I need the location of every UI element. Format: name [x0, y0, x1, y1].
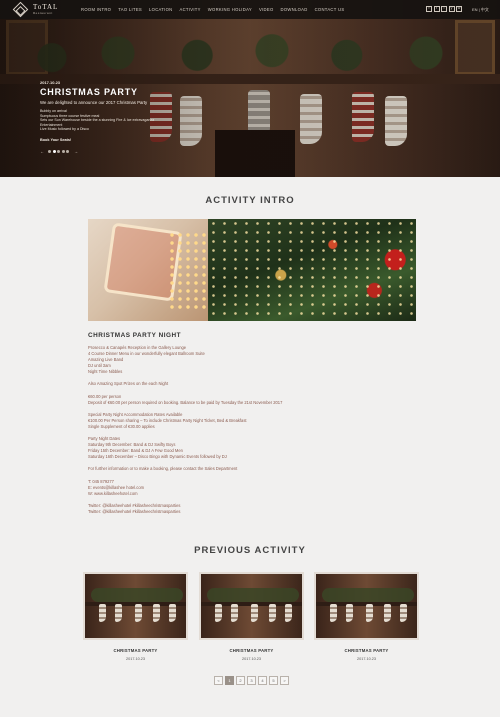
slide-dot[interactable]: [61, 150, 65, 153]
youtube-icon[interactable]: y: [448, 6, 455, 12]
text-line: Single Supplement of €30.00 applies: [88, 423, 155, 429]
website-link[interactable]: W: www.killasheehotel.com: [88, 491, 418, 497]
pager-prev-button[interactable]: <: [214, 676, 223, 685]
nav-video[interactable]: VIDEO: [259, 7, 274, 12]
pager-page-4[interactable]: 4: [258, 676, 267, 685]
facebook-icon[interactable]: f: [426, 6, 432, 12]
slide-dot-active[interactable]: [52, 150, 56, 153]
pager-next-button[interactable]: >: [280, 676, 289, 685]
wechat-icon[interactable]: w: [456, 6, 462, 12]
slide-dot[interactable]: [66, 150, 70, 153]
nav-activity[interactable]: ACTIVITY: [180, 7, 201, 12]
activity-card-date: 2017.10.23: [356, 657, 376, 661]
pager-page-2[interactable]: 2: [236, 676, 245, 685]
logo-text: ToTAL: [33, 3, 59, 11]
activity-intro-heading: ACTIVITY INTRO: [205, 195, 295, 206]
text-line: Saturday 16th December – Disco Bingo wit…: [88, 454, 227, 460]
paragraph-contact: T: 045 879277 E: events@killashee hotel.…: [88, 479, 418, 497]
text-line: Also Amazing Spot Prizes on the each Nig…: [88, 381, 169, 387]
text-line: For further information or to make a boo…: [88, 466, 238, 472]
activity-card[interactable]: CHRISTMAS PARTY 2017.10.23: [83, 572, 188, 661]
hero-banner: 2017.10.23 CHRISTMAS PARTY We are deligh…: [0, 0, 500, 177]
paragraph-menu: Prosecco & Canapés Reception in the Gall…: [88, 345, 418, 375]
paragraph-prizes: Also Amazing Spot Prizes on the each Nig…: [88, 381, 418, 387]
nav-download[interactable]: DOWNLOAD: [281, 7, 308, 12]
pager-page-3[interactable]: 3: [247, 676, 256, 685]
activity-title: CHRISTMAS PARTY NIGHT: [88, 332, 181, 339]
slide-lines: Bubbly on arrival Sumptuous three course…: [40, 109, 154, 132]
twitter-icon[interactable]: t: [433, 6, 440, 12]
paragraph-price: €60.00 per person Deposit of €60.00 per …: [88, 394, 418, 406]
paragraph-twitter: Twitter: @killasheehotel #killasheechris…: [88, 503, 418, 515]
slide-dot[interactable]: [57, 150, 61, 153]
activity-thumbnail[interactable]: [314, 572, 419, 640]
pagination: < 1 2 3 4 5 >: [214, 676, 291, 685]
twitter-link[interactable]: Twitter: @killasheehotel #killasheechris…: [88, 509, 418, 515]
activity-card-date: 2017.10.23: [241, 657, 261, 661]
activity-feature-image: [88, 219, 416, 321]
slide-text: 2017.10.23 CHRISTMAS PARTY We are deligh…: [40, 80, 154, 142]
activity-thumbnail[interactable]: [199, 572, 304, 640]
main-nav: ROOM INTRO TAO LITES LOCATION ACTIVITY W…: [81, 0, 351, 19]
slide-date: 2017.10.23: [40, 80, 61, 85]
book-seats-link[interactable]: Book Your Seats!: [40, 138, 154, 142]
paragraph-info: For further information or to make a boo…: [88, 466, 418, 472]
activity-card-date: 2017.10.23: [125, 657, 145, 661]
slide-controls: ← →: [40, 149, 82, 154]
pager-page-1[interactable]: 1: [225, 676, 234, 685]
logo-diamond-icon: [12, 1, 29, 18]
pager-page-5[interactable]: 5: [269, 676, 278, 685]
activity-card[interactable]: CHRISTMAS PARTY 2017.10.23: [199, 572, 304, 661]
tree-lights: [208, 219, 416, 321]
social-icons: f t i y w: [426, 6, 464, 12]
activity-card-title[interactable]: CHRISTMAS PARTY: [199, 648, 304, 653]
nav-working-holiday[interactable]: WORKING HOLIDAY: [208, 7, 252, 12]
slide-dot[interactable]: [48, 150, 51, 153]
activity-card[interactable]: CHRISTMAS PARTY 2017.10.23: [314, 572, 419, 661]
logo[interactable]: ToTAL Restaurant: [11, 1, 73, 18]
next-slide-arrow-icon[interactable]: →: [74, 149, 78, 154]
activity-thumbnail[interactable]: [83, 572, 188, 640]
previous-activity-list: CHRISTMAS PARTY 2017.10.23 CHRISTMAS PAR…: [83, 572, 423, 667]
top-navigation-bar: ToTAL Restaurant ROOM INTRO TAO LITES LO…: [0, 0, 500, 19]
text-line: Deposit of €60.00 per person required on…: [88, 399, 283, 405]
prev-slide-arrow-icon[interactable]: ←: [40, 149, 44, 154]
paragraph-accommodation: Special Party Night Accommodation Rates …: [88, 412, 418, 430]
instagram-icon[interactable]: i: [441, 6, 447, 12]
nav-contact-us[interactable]: CONTACT US: [315, 7, 345, 12]
previous-activity-heading: PREVIOUS ACTIVITY: [194, 545, 306, 556]
nav-location[interactable]: LOCATION: [149, 7, 173, 12]
logo-subtext: Restaurant: [33, 11, 53, 15]
slide-lead: We are delighted to announce our 2017 Ch…: [40, 100, 148, 105]
text-line: Night Time Nibbles: [88, 369, 123, 375]
activity-card-title[interactable]: CHRISTMAS PARTY: [83, 648, 188, 653]
slide-line: Live Music followed by a Disco: [40, 127, 89, 132]
activity-card-title[interactable]: CHRISTMAS PARTY: [314, 648, 419, 653]
paragraph-dates: Party Night Dates Saturday 9th December:…: [88, 436, 418, 460]
activity-description: CHRISTMAS PARTY NIGHT Prosecco & Canapés…: [88, 332, 418, 515]
slide-title: CHRISTMAS PARTY: [40, 87, 138, 97]
nav-room-intro[interactable]: ROOM INTRO: [81, 7, 111, 12]
language-switch[interactable]: EN | 中文: [472, 7, 489, 13]
nav-tao-lites[interactable]: TAO LITES: [118, 7, 142, 12]
